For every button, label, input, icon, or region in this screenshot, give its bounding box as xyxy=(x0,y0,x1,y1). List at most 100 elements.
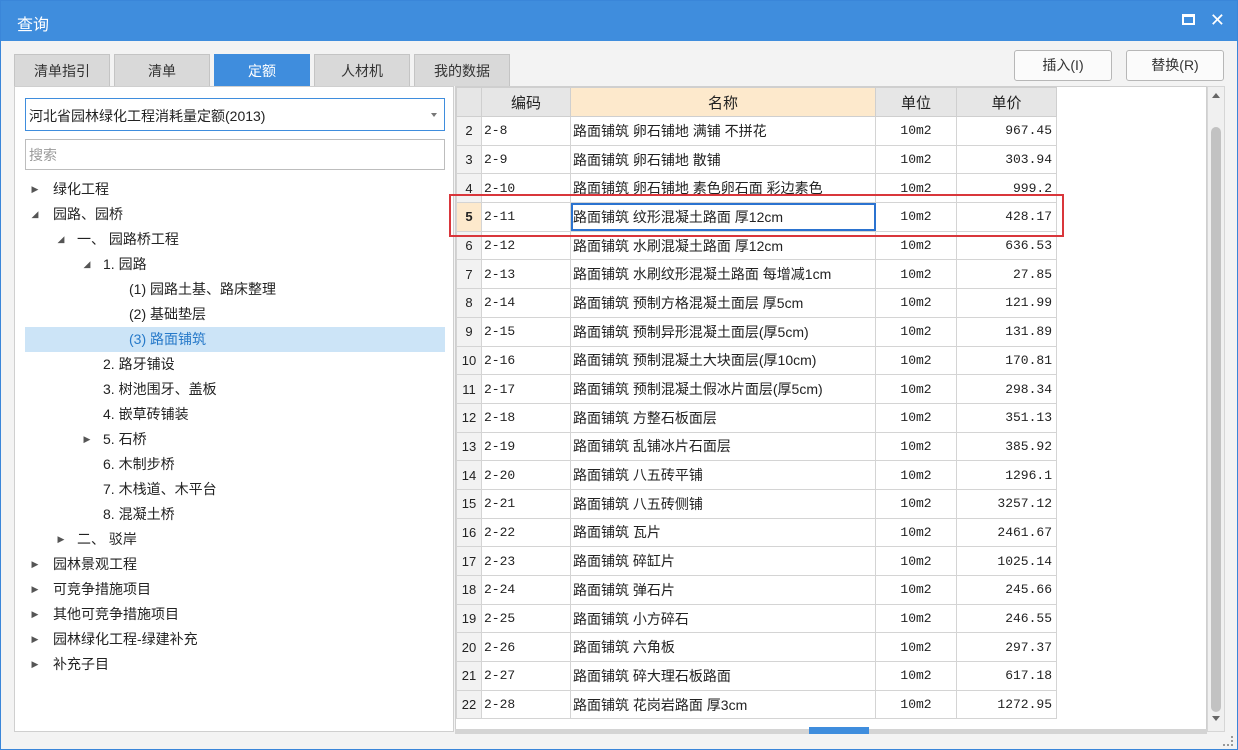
resize-grip-icon[interactable] xyxy=(1223,736,1233,746)
tree-item[interactable]: 4. 嵌草砖铺装 xyxy=(25,402,445,427)
cell-code[interactable]: 2-16 xyxy=(481,345,571,376)
cell-name[interactable]: 路面铺筑 预制混凝土大块面层(厚10cm) xyxy=(570,345,876,376)
cell-price[interactable]: 3257.12 xyxy=(956,488,1057,519)
expand-toggle-icon[interactable]: ▶ xyxy=(29,552,41,577)
cell-code[interactable]: 2-27 xyxy=(481,661,571,691)
expand-toggle-icon[interactable]: ▶ xyxy=(29,627,41,652)
expand-toggle-icon[interactable]: ▶ xyxy=(29,577,41,602)
cell-price[interactable]: 428.17 xyxy=(956,202,1057,232)
cell-code[interactable]: 2-17 xyxy=(481,374,571,404)
cell-name[interactable]: 路面铺筑 八五砖侧铺 xyxy=(570,488,876,519)
row-number[interactable]: 2 xyxy=(456,116,482,146)
cell-unit[interactable]: 10m2 xyxy=(875,402,957,433)
row-number[interactable]: 5 xyxy=(456,202,482,232)
tree-item[interactable]: ▶ 其他可竞争措施项目 xyxy=(25,602,445,627)
table-row[interactable]: 12 2-18 路面铺筑 方整石板面层 10m2 351.13 xyxy=(456,402,1057,433)
close-icon[interactable]: ✕ xyxy=(1210,9,1225,31)
cell-price[interactable]: 298.34 xyxy=(956,374,1057,404)
cell-price[interactable]: 121.99 xyxy=(956,288,1057,318)
table-row[interactable]: 9 2-15 路面铺筑 预制异形混凝土面层(厚5cm) 10m2 131.89 xyxy=(456,316,1057,347)
cell-price[interactable]: 170.81 xyxy=(956,345,1057,376)
cell-price[interactable]: 1272.95 xyxy=(956,689,1057,720)
cell-price[interactable]: 351.13 xyxy=(956,402,1057,433)
expand-toggle-icon[interactable]: ▶ xyxy=(29,177,41,202)
cell-unit[interactable]: 10m2 xyxy=(875,661,957,691)
table-row[interactable]: 20 2-26 路面铺筑 六角板 10m2 297.37 xyxy=(456,632,1057,663)
cell-unit[interactable]: 10m2 xyxy=(875,288,957,318)
cell-price[interactable]: 245.66 xyxy=(956,575,1057,605)
tree-item[interactable]: ◢ 园路、园桥 xyxy=(25,202,445,227)
cell-code[interactable]: 2-18 xyxy=(481,402,571,433)
row-number[interactable]: 14 xyxy=(456,460,482,490)
cell-unit[interactable]: 10m2 xyxy=(875,431,957,462)
horizontal-splitter[interactable] xyxy=(455,727,1207,734)
tab-bill[interactable]: 清单 xyxy=(114,54,210,86)
cell-price[interactable]: 297.37 xyxy=(956,632,1057,663)
cell-name[interactable]: 路面铺筑 小方碎石 xyxy=(570,603,876,634)
table-row[interactable]: 5 2-11 路面铺筑 纹形混凝土路面 厚12cm 10m2 428.17 xyxy=(456,202,1057,232)
tree-item[interactable]: 3. 树池围牙、盖板 xyxy=(25,377,445,402)
table-row[interactable]: 17 2-23 路面铺筑 碎缸片 10m2 1025.14 xyxy=(456,546,1057,576)
cell-name[interactable]: 路面铺筑 卵石铺地 满铺 不拼花 xyxy=(570,116,876,146)
cell-code[interactable]: 2-28 xyxy=(481,689,571,720)
tree-item[interactable]: ▶ 可竞争措施项目 xyxy=(25,577,445,602)
cell-unit[interactable]: 10m2 xyxy=(875,488,957,519)
cell-unit[interactable]: 10m2 xyxy=(875,689,957,720)
cell-code[interactable]: 2-26 xyxy=(481,632,571,663)
cell-name[interactable]: 路面铺筑 碎缸片 xyxy=(570,546,876,576)
table-row[interactable]: 2 2-8 路面铺筑 卵石铺地 满铺 不拼花 10m2 967.45 xyxy=(456,116,1057,146)
row-number[interactable]: 4 xyxy=(456,173,482,204)
row-number[interactable]: 12 xyxy=(456,402,482,433)
table-row[interactable]: 10 2-16 路面铺筑 预制混凝土大块面层(厚10cm) 10m2 170.81 xyxy=(456,345,1057,376)
row-number[interactable]: 18 xyxy=(456,575,482,605)
table-row[interactable]: 6 2-12 路面铺筑 水刷混凝土路面 厚12cm 10m2 636.53 xyxy=(456,230,1057,261)
cell-unit[interactable]: 10m2 xyxy=(875,173,957,204)
cell-code[interactable]: 2-8 xyxy=(481,116,571,146)
row-number[interactable]: 19 xyxy=(456,603,482,634)
table-row[interactable]: 11 2-17 路面铺筑 预制混凝土假冰片面层(厚5cm) 10m2 298.34 xyxy=(456,374,1057,404)
scroll-up-icon[interactable] xyxy=(1212,93,1220,98)
cell-unit[interactable]: 10m2 xyxy=(875,144,957,175)
cell-unit[interactable]: 10m2 xyxy=(875,374,957,404)
cell-price[interactable]: 999.2 xyxy=(956,173,1057,204)
cell-unit[interactable]: 10m2 xyxy=(875,259,957,290)
cell-unit[interactable]: 10m2 xyxy=(875,546,957,576)
table-row[interactable]: 7 2-13 路面铺筑 水刷纹形混凝土路面 每增减1cm 10m2 27.85 xyxy=(456,259,1057,290)
insert-button[interactable]: 插入(I) xyxy=(1014,50,1112,81)
cell-name[interactable]: 路面铺筑 弹石片 xyxy=(570,575,876,605)
table-row[interactable]: 13 2-19 路面铺筑 乱铺冰片石面层 10m2 385.92 xyxy=(456,431,1057,462)
row-number[interactable]: 10 xyxy=(456,345,482,376)
cell-name[interactable]: 路面铺筑 预制混凝土假冰片面层(厚5cm) xyxy=(570,374,876,404)
cell-code[interactable]: 2-24 xyxy=(481,575,571,605)
cell-name[interactable]: 路面铺筑 水刷混凝土路面 厚12cm xyxy=(570,230,876,261)
row-number[interactable]: 17 xyxy=(456,546,482,576)
collapse-toggle-icon[interactable]: ◢ xyxy=(81,252,93,277)
collapse-toggle-icon[interactable]: ◢ xyxy=(29,202,41,227)
expand-toggle-icon[interactable]: ▶ xyxy=(81,427,93,452)
tab-bill-guide[interactable]: 清单指引 xyxy=(14,54,110,86)
cell-unit[interactable]: 10m2 xyxy=(875,116,957,146)
cell-code[interactable]: 2-20 xyxy=(481,460,571,490)
row-number[interactable]: 3 xyxy=(456,144,482,175)
column-header-unit[interactable]: 单位 xyxy=(875,87,957,117)
row-number[interactable]: 11 xyxy=(456,374,482,404)
cell-unit[interactable]: 10m2 xyxy=(875,230,957,261)
vertical-scrollbar[interactable] xyxy=(1207,86,1225,732)
cell-name[interactable]: 路面铺筑 卵石铺地 散铺 xyxy=(570,144,876,175)
cell-code[interactable]: 2-10 xyxy=(481,173,571,204)
cell-price[interactable]: 246.55 xyxy=(956,603,1057,634)
table-row[interactable]: 15 2-21 路面铺筑 八五砖侧铺 10m2 3257.12 xyxy=(456,488,1057,519)
table-row[interactable]: 14 2-20 路面铺筑 八五砖平铺 10m2 1296.1 xyxy=(456,460,1057,490)
cell-code[interactable]: 2-23 xyxy=(481,546,571,576)
cell-unit[interactable]: 10m2 xyxy=(875,603,957,634)
cell-unit[interactable]: 10m2 xyxy=(875,460,957,490)
expand-toggle-icon[interactable]: ▶ xyxy=(29,602,41,627)
cell-code[interactable]: 2-9 xyxy=(481,144,571,175)
row-number[interactable]: 6 xyxy=(456,230,482,261)
cell-price[interactable]: 1296.1 xyxy=(956,460,1057,490)
row-number[interactable]: 21 xyxy=(456,661,482,691)
tree-item[interactable]: (1) 园路土基、路床整理 xyxy=(25,277,445,302)
table-row[interactable]: 3 2-9 路面铺筑 卵石铺地 散铺 10m2 303.94 xyxy=(456,144,1057,175)
row-number[interactable]: 16 xyxy=(456,517,482,548)
cell-code[interactable]: 2-21 xyxy=(481,488,571,519)
